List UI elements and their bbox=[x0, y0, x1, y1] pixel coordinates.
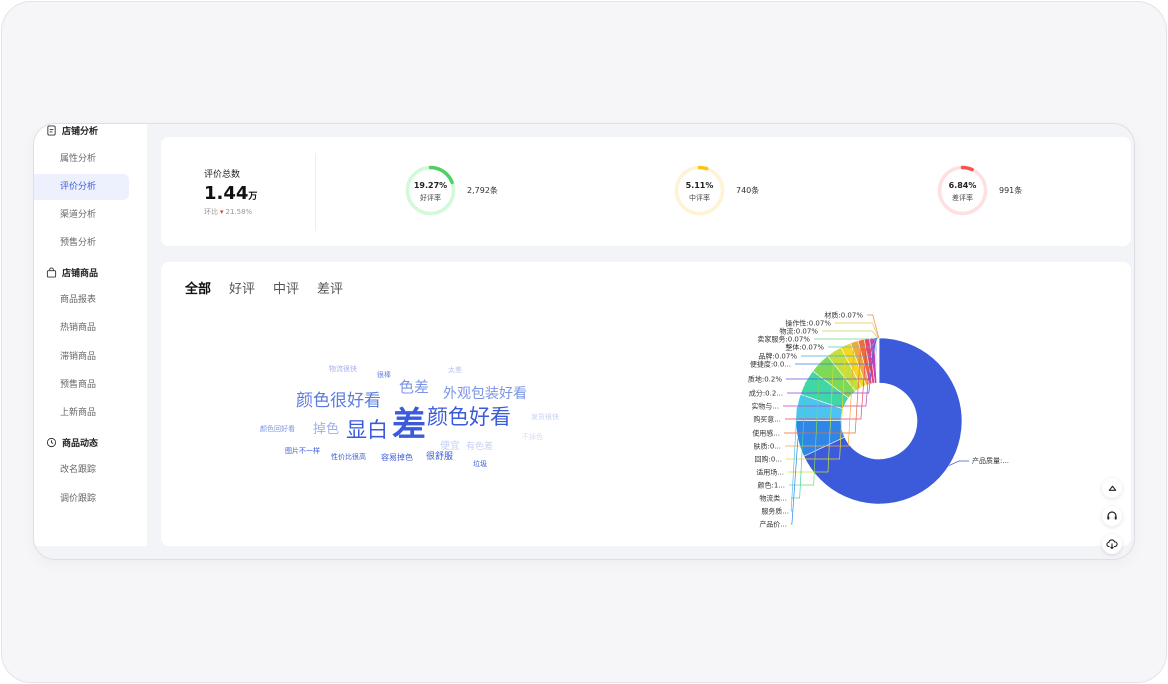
positive-rate-ring: 19.27% 好评率 bbox=[405, 165, 456, 216]
positive-rate-value: 19.27% bbox=[413, 181, 448, 190]
callout-label: 物流类... bbox=[759, 494, 787, 503]
callout-label: 物流:0.07% bbox=[779, 327, 818, 336]
sidebar-item-presale-products[interactable]: 预售商品 bbox=[34, 372, 129, 398]
callout-line bbox=[822, 330, 879, 339]
positive-count: 2,792条 bbox=[467, 186, 498, 195]
stats-card: 评价总数 1.44万 环比 ▾ 21.58% 19.27% 好评率 2,792条 5… bbox=[161, 137, 1131, 246]
sidebar-group-label: 商品动态 bbox=[62, 439, 99, 449]
app-window: 店铺分析 属性分析 评价分析 渠道分析 预售分析 店铺商品 商品报表 热销商品 … bbox=[33, 123, 1135, 560]
callout-label: 材质:0.07% bbox=[824, 311, 863, 320]
callout-label: 卖家服务:0.07% bbox=[757, 335, 810, 344]
sidebar-item-product-report[interactable]: 商品报表 bbox=[34, 287, 129, 313]
sidebar: 店铺分析 属性分析 评价分析 渠道分析 预售分析 店铺商品 商品报表 热销商品 … bbox=[34, 124, 147, 546]
month-over-month: 环比 ▾ 21.58% bbox=[204, 207, 252, 217]
negative-rate-label: 差评率 bbox=[952, 194, 973, 202]
ring-chart bbox=[405, 165, 456, 216]
sidebar-group-store-analysis[interactable]: 店铺分析 bbox=[46, 124, 98, 137]
sidebar-item-hot-products[interactable]: 热销商品 bbox=[34, 315, 129, 341]
sidebar-group-label: 店铺商品 bbox=[62, 269, 99, 279]
positive-rate-label: 好评率 bbox=[420, 194, 441, 202]
sidebar-item-new-products[interactable]: 上新商品 bbox=[34, 400, 129, 426]
callout-line bbox=[835, 322, 879, 339]
divider bbox=[315, 153, 316, 231]
sidebar-item-presale[interactable]: 预售分析 bbox=[34, 230, 129, 256]
callout-label: 品牌:0.07% bbox=[758, 352, 797, 361]
callout-label: 使用感... bbox=[752, 429, 780, 438]
neutral-rate-label: 中评率 bbox=[689, 194, 710, 202]
total-reviews-unit: 万 bbox=[248, 192, 258, 202]
document-icon bbox=[47, 125, 56, 136]
callout-label: 回购:0... bbox=[755, 455, 783, 464]
headset-icon bbox=[1107, 511, 1117, 520]
callout-label: 便捷度:0.0... bbox=[750, 360, 791, 369]
callout-label: 颜色:1... bbox=[758, 481, 786, 490]
callout-label: 适用场... bbox=[756, 468, 784, 477]
sidebar-item-price-tracking[interactable]: 调价跟踪 bbox=[34, 486, 129, 512]
floating-toolbar bbox=[1102, 478, 1122, 554]
neutral-count: 740条 bbox=[736, 186, 760, 195]
shopping-bag-icon bbox=[46, 267, 57, 278]
sidebar-item-attribute[interactable]: 属性分析 bbox=[34, 146, 129, 172]
callout-label: 服务质... bbox=[761, 507, 789, 516]
sidebar-group-product-dynamics[interactable]: 商品动态 bbox=[46, 436, 98, 449]
mom-label: 环比 bbox=[204, 208, 218, 216]
sidebar-item-channel[interactable]: 渠道分析 bbox=[34, 202, 129, 228]
neutral-rate-value: 5.11% bbox=[685, 181, 714, 190]
ring-chart bbox=[674, 165, 725, 216]
sidebar-group-store-products[interactable]: 店铺商品 bbox=[46, 266, 98, 279]
negative-count: 991条 bbox=[999, 186, 1023, 195]
ring-chart bbox=[937, 165, 988, 216]
sidebar-item-rename-tracking[interactable]: 改名跟踪 bbox=[34, 457, 129, 483]
callout-label: 实物与... bbox=[751, 402, 779, 411]
sidebar-group-label: 店铺分析 bbox=[62, 127, 99, 137]
review-content-card: 全部 好评 中评 差评 差 颜色好看 显白 颜色很好看 外观包装好看 色差 掉色… bbox=[161, 262, 1131, 546]
callout-label: 产品价... bbox=[759, 520, 787, 529]
mom-value: 21.58% bbox=[225, 208, 253, 216]
callout-line bbox=[948, 460, 969, 466]
neutral-rate-ring: 5.11% 中评率 bbox=[674, 165, 725, 216]
download-button[interactable] bbox=[1102, 534, 1122, 554]
negative-rate-ring: 6.84% 差评率 bbox=[937, 165, 988, 216]
sidebar-item-review[interactable]: 评价分析 bbox=[34, 174, 129, 200]
callout-label: 肤质:0... bbox=[754, 442, 782, 451]
total-reviews-number: 1.44 bbox=[204, 183, 249, 204]
negative-rate-value: 6.84% bbox=[948, 181, 977, 190]
review-topic-donut-chart: 产品质量:... 材质:0.07%操作性:0.07%物流:0.07%卖家服务:0.… bbox=[748, 311, 1009, 529]
total-reviews-value: 1.44万 bbox=[204, 183, 257, 204]
cloud-download-icon bbox=[1106, 539, 1118, 550]
back-to-top-button[interactable] bbox=[1102, 478, 1122, 498]
callout-label: 质地:0.2% bbox=[748, 375, 782, 384]
chevron-up-icon bbox=[1108, 485, 1116, 491]
sidebar-item-slow-products[interactable]: 滞销商品 bbox=[34, 344, 129, 370]
arrow-down-icon: ▾ bbox=[220, 208, 224, 216]
customer-service-button[interactable] bbox=[1102, 506, 1122, 526]
callout-label: 购买意... bbox=[753, 415, 781, 424]
clock-icon bbox=[46, 437, 57, 448]
callout-label: 整体:0.07% bbox=[785, 343, 824, 352]
callout-label: 成分:0.2... bbox=[749, 389, 783, 398]
callout-label: 产品质量:... bbox=[972, 456, 1009, 465]
callout-label: 操作性:0.07% bbox=[785, 319, 831, 328]
total-reviews-label: 评价总数 bbox=[204, 170, 241, 180]
